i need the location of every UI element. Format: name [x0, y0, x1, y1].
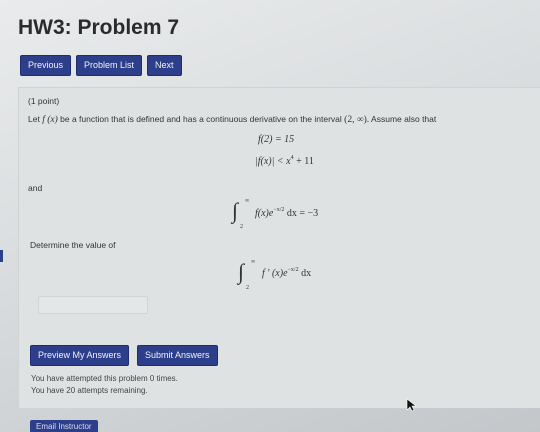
problem-list-button[interactable]: Problem List: [76, 55, 143, 76]
integral1-expression: f(x)e−x/2 dx = −3: [255, 207, 318, 219]
integral1-lower-limit: 2: [240, 224, 243, 230]
interval: (2, ∞).: [344, 115, 370, 125]
integral-sign-icon: ∫: [238, 259, 245, 284]
answer-input[interactable]: [38, 296, 148, 314]
page-title: HW3: Problem 7: [18, 16, 180, 39]
and-label: and: [28, 183, 43, 193]
integral1-rhs: dx = −3: [286, 208, 319, 219]
determine-label: Determine the value of: [30, 240, 116, 250]
intro-suffix: Assume also that: [371, 114, 437, 124]
intro-middle: be a function that is defined and has a …: [60, 114, 342, 124]
edge-marker: [0, 250, 3, 262]
bound-lhs: |f(x)| < x: [255, 156, 291, 167]
attempts-status: You have attempted this problem 0 times.: [31, 374, 178, 383]
next-button[interactable]: Next: [147, 55, 182, 76]
integral2-lower-limit: 2: [246, 285, 249, 291]
preview-answers-button[interactable]: Preview My Answers: [30, 345, 130, 366]
points-label: (1 point): [28, 96, 60, 106]
integral2-body: f ′ (x)e: [262, 268, 288, 279]
integral2-rhs: dx: [301, 268, 312, 279]
integral1-upper-limit: ∞: [245, 198, 250, 204]
attempts-remaining: You have 20 attempts remaining.: [31, 386, 148, 395]
bound-exponent: 4: [290, 155, 294, 161]
intro-function: f (x): [42, 115, 58, 125]
integral1-exponent: −x/2: [273, 207, 285, 213]
problem-intro: Let f (x) be a function that is defined …: [28, 114, 436, 125]
bound-rhs: + 11: [296, 156, 314, 167]
integral2-upper-limit: ∞: [251, 259, 256, 265]
condition-f2: f(2) = 15: [258, 134, 295, 145]
previous-button[interactable]: Previous: [20, 55, 72, 76]
integral2-exponent: −x/2: [287, 267, 299, 273]
integral2-expression: f ′ (x)e−x/2 dx: [262, 267, 311, 279]
integral-sign-icon: ∫: [232, 198, 239, 223]
mouse-pointer-icon: [406, 398, 416, 412]
integral1-body: f(x)e: [255, 208, 274, 219]
email-instructor-button[interactable]: Email Instructor: [30, 420, 98, 432]
intro-prefix: Let: [28, 114, 40, 124]
problem-nav: Previous Problem List Next: [20, 55, 182, 76]
condition-bound: |f(x)| < x4 + 11: [255, 155, 314, 167]
answer-actions: Preview My Answers Submit Answers: [30, 345, 218, 366]
submit-answers-button[interactable]: Submit Answers: [137, 345, 218, 366]
